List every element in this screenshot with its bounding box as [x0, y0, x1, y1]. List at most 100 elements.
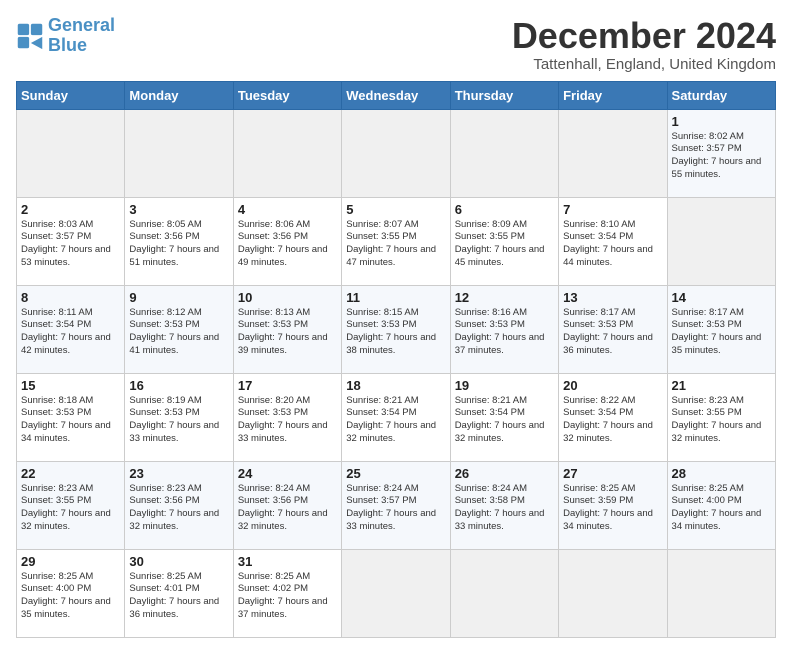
day-number: 26	[455, 466, 554, 481]
table-row	[559, 549, 667, 637]
cell-text: Sunrise: 8:02 AMSunset: 3:57 PMDaylight:…	[672, 131, 771, 182]
cell-text: Sunrise: 8:23 AMSunset: 3:55 PMDaylight:…	[21, 483, 120, 534]
day-number: 30	[129, 554, 228, 569]
table-row: 26Sunrise: 8:24 AMSunset: 3:58 PMDayligh…	[450, 461, 558, 549]
logo-line2: Blue	[48, 35, 87, 55]
day-number: 15	[21, 378, 120, 393]
header-cell-thursday: Thursday	[450, 81, 558, 109]
table-row: 12 Sunrise: 8:16 AMSunset: 3:53 PMDayligh…	[450, 285, 558, 373]
table-row: 18Sunrise: 8:21 AMSunset: 3:54 PMDayligh…	[342, 373, 450, 461]
table-row: 28Sunrise: 8:25 AMSunset: 4:00 PMDayligh…	[667, 461, 775, 549]
day-number: 3	[129, 202, 228, 217]
logo-line1: General	[48, 15, 115, 35]
calendar-week-4: 15 Sunrise: 8:18 AMSunset: 3:53 PMDayligh…	[17, 373, 776, 461]
day-number: 1	[672, 114, 771, 129]
cell-text: Sunrise: 8:18 AMSunset: 3:53 PMDaylight:…	[21, 395, 120, 446]
day-number: 5	[346, 202, 445, 217]
cell-text: Sunrise: 8:11 AMSunset: 3:54 PMDaylight:…	[21, 307, 120, 358]
table-row: 5 Sunrise: 8:07 AMSunset: 3:55 PMDaylight…	[342, 197, 450, 285]
table-row: 27Sunrise: 8:25 AMSunset: 3:59 PMDayligh…	[559, 461, 667, 549]
cell-text: Sunrise: 8:24 AMSunset: 3:56 PMDaylight:…	[238, 483, 337, 534]
day-number: 2	[21, 202, 120, 217]
table-row: 7 Sunrise: 8:10 AMSunset: 3:54 PMDaylight…	[559, 197, 667, 285]
header-cell-friday: Friday	[559, 81, 667, 109]
cell-text: Sunrise: 8:13 AMSunset: 3:53 PMDaylight:…	[238, 307, 337, 358]
day-number: 11	[346, 290, 445, 305]
location-subtitle: Tattenhall, England, United Kingdom	[512, 56, 776, 73]
cell-text: Sunrise: 8:23 AMSunset: 3:55 PMDaylight:…	[672, 395, 771, 446]
day-number: 17	[238, 378, 337, 393]
cell-text: Sunrise: 8:03 AMSunset: 3:57 PMDaylight:…	[21, 219, 120, 270]
table-row: 19 Sunrise: 8:21 AMSunset: 3:54 PMDayligh…	[450, 373, 558, 461]
table-row	[342, 109, 450, 197]
cell-text: Sunrise: 8:24 AMSunset: 3:57 PMDaylight:…	[346, 483, 445, 534]
table-row: 3 Sunrise: 8:05 AMSunset: 3:56 PMDaylight…	[125, 197, 233, 285]
header-cell-monday: Monday	[125, 81, 233, 109]
calendar-table: SundayMondayTuesdayWednesdayThursdayFrid…	[16, 81, 776, 638]
day-number: 7	[563, 202, 662, 217]
cell-text: Sunrise: 8:07 AMSunset: 3:55 PMDaylight:…	[346, 219, 445, 270]
calendar-week-1: 1 Sunrise: 8:02 AMSunset: 3:57 PMDaylight…	[17, 109, 776, 197]
header-row: SundayMondayTuesdayWednesdayThursdayFrid…	[17, 81, 776, 109]
calendar-week-6: 29Sunrise: 8:25 AMSunset: 4:00 PMDayligh…	[17, 549, 776, 637]
day-number: 23	[129, 466, 228, 481]
header-cell-tuesday: Tuesday	[233, 81, 341, 109]
cell-text: Sunrise: 8:19 AMSunset: 3:53 PMDaylight:…	[129, 395, 228, 446]
header-cell-sunday: Sunday	[17, 81, 125, 109]
day-number: 20	[563, 378, 662, 393]
table-row: 14Sunrise: 8:17 AMSunset: 3:53 PMDayligh…	[667, 285, 775, 373]
day-number: 12	[455, 290, 554, 305]
day-number: 21	[672, 378, 771, 393]
calendar-week-2: 2 Sunrise: 8:03 AMSunset: 3:57 PMDaylight…	[17, 197, 776, 285]
cell-text: Sunrise: 8:05 AMSunset: 3:56 PMDaylight:…	[129, 219, 228, 270]
day-number: 24	[238, 466, 337, 481]
cell-text: Sunrise: 8:06 AMSunset: 3:56 PMDaylight:…	[238, 219, 337, 270]
cell-text: Sunrise: 8:22 AMSunset: 3:54 PMDaylight:…	[563, 395, 662, 446]
logo-text: General Blue	[48, 16, 115, 56]
cell-text: Sunrise: 8:17 AMSunset: 3:53 PMDaylight:…	[563, 307, 662, 358]
cell-text: Sunrise: 8:12 AMSunset: 3:53 PMDaylight:…	[129, 307, 228, 358]
table-row: 2 Sunrise: 8:03 AMSunset: 3:57 PMDaylight…	[17, 197, 125, 285]
table-row: 11Sunrise: 8:15 AMSunset: 3:53 PMDayligh…	[342, 285, 450, 373]
table-row: 1 Sunrise: 8:02 AMSunset: 3:57 PMDaylight…	[667, 109, 775, 197]
table-row: 24 Sunrise: 8:24 AMSunset: 3:56 PMDayligh…	[233, 461, 341, 549]
table-row: 25 Sunrise: 8:24 AMSunset: 3:57 PMDayligh…	[342, 461, 450, 549]
table-row: 29Sunrise: 8:25 AMSunset: 4:00 PMDayligh…	[17, 549, 125, 637]
header-cell-wednesday: Wednesday	[342, 81, 450, 109]
table-row: 9 Sunrise: 8:12 AMSunset: 3:53 PMDaylight…	[125, 285, 233, 373]
cell-text: Sunrise: 8:10 AMSunset: 3:54 PMDaylight:…	[563, 219, 662, 270]
day-number: 19	[455, 378, 554, 393]
table-row: 23Sunrise: 8:23 AMSunset: 3:56 PMDayligh…	[125, 461, 233, 549]
cell-text: Sunrise: 8:25 AMSunset: 4:00 PMDaylight:…	[21, 571, 120, 622]
title-block: December 2024 Tattenhall, England, Unite…	[512, 16, 776, 73]
cell-text: Sunrise: 8:25 AMSunset: 4:01 PMDaylight:…	[129, 571, 228, 622]
table-row: 16Sunrise: 8:19 AMSunset: 3:53 PMDayligh…	[125, 373, 233, 461]
table-row	[559, 109, 667, 197]
day-number: 10	[238, 290, 337, 305]
table-row: 15 Sunrise: 8:18 AMSunset: 3:53 PMDayligh…	[17, 373, 125, 461]
day-number: 8	[21, 290, 120, 305]
day-number: 22	[21, 466, 120, 481]
table-row	[17, 109, 125, 197]
cell-text: Sunrise: 8:21 AMSunset: 3:54 PMDaylight:…	[455, 395, 554, 446]
table-row: 4Sunrise: 8:06 AMSunset: 3:56 PMDaylight…	[233, 197, 341, 285]
day-number: 18	[346, 378, 445, 393]
day-number: 14	[672, 290, 771, 305]
header-cell-saturday: Saturday	[667, 81, 775, 109]
day-number: 25	[346, 466, 445, 481]
table-row	[342, 549, 450, 637]
table-row	[450, 549, 558, 637]
day-number: 6	[455, 202, 554, 217]
day-number: 9	[129, 290, 228, 305]
table-row	[233, 109, 341, 197]
cell-text: Sunrise: 8:25 AMSunset: 3:59 PMDaylight:…	[563, 483, 662, 534]
month-title: December 2024	[512, 16, 776, 56]
table-row: 8 Sunrise: 8:11 AMSunset: 3:54 PMDaylight…	[17, 285, 125, 373]
table-row: 20 Sunrise: 8:22 AMSunset: 3:54 PMDayligh…	[559, 373, 667, 461]
table-row: 21 Sunrise: 8:23 AMSunset: 3:55 PMDayligh…	[667, 373, 775, 461]
day-number: 31	[238, 554, 337, 569]
table-row: 31Sunrise: 8:25 AMSunset: 4:02 PMDayligh…	[233, 549, 341, 637]
calendar-week-3: 8 Sunrise: 8:11 AMSunset: 3:54 PMDaylight…	[17, 285, 776, 373]
table-row: 30 Sunrise: 8:25 AMSunset: 4:01 PMDayligh…	[125, 549, 233, 637]
cell-text: Sunrise: 8:16 AMSunset: 3:53 PMDaylight:…	[455, 307, 554, 358]
